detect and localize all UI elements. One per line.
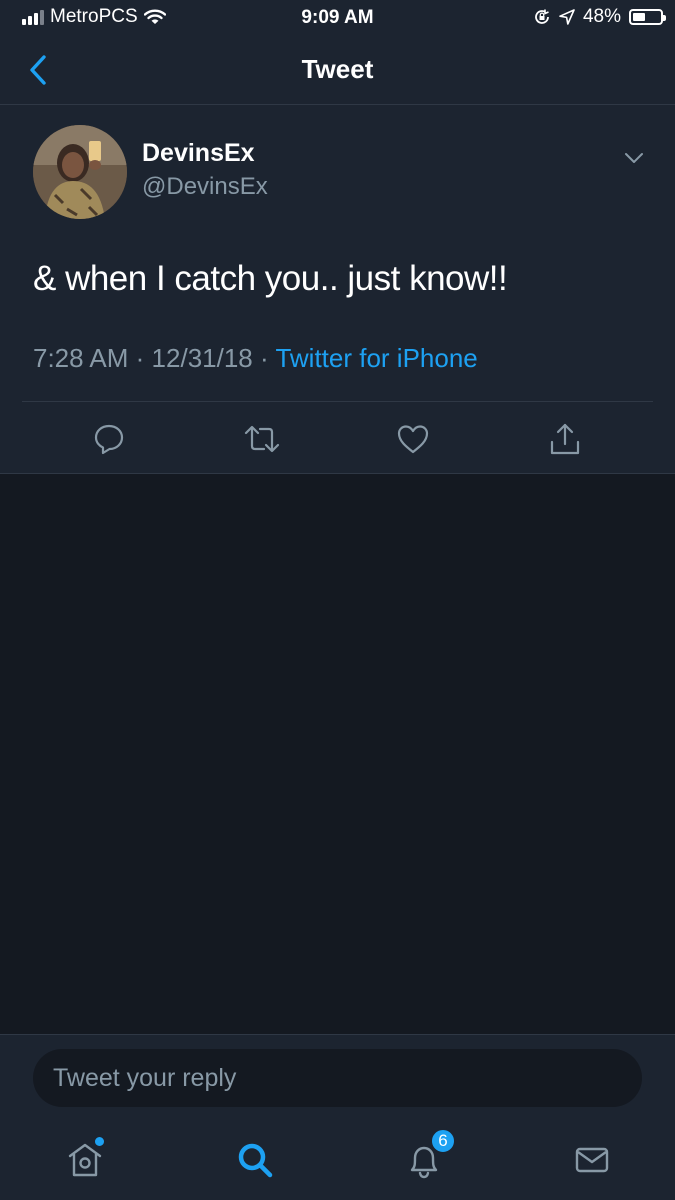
share-icon <box>550 423 580 455</box>
search-icon <box>238 1143 273 1178</box>
location-icon <box>559 9 575 25</box>
tab-search[interactable] <box>233 1138 277 1182</box>
battery-percent: 48% <box>582 6 621 27</box>
tab-messages[interactable] <box>570 1138 614 1182</box>
tweet-date: 12/31/18 <box>151 343 253 373</box>
envelope-icon <box>575 1147 609 1173</box>
home-icon <box>68 1143 102 1177</box>
orientation-lock-icon <box>535 9 549 24</box>
battery-fill <box>633 13 645 21</box>
tab-bar: 6 <box>0 1124 675 1200</box>
meta-separator: · <box>135 343 145 373</box>
more-options-button[interactable] <box>621 145 647 171</box>
divider <box>22 401 653 402</box>
display-name[interactable]: DevinsEx <box>142 139 255 168</box>
reply-input[interactable] <box>33 1049 642 1107</box>
share-button[interactable] <box>545 419 585 459</box>
tweet-meta: 7:28 AM · 12/31/18 · Twitter for iPhone <box>33 343 478 374</box>
avatar-image <box>33 125 127 219</box>
tweet-actions <box>0 419 675 459</box>
tweet-text: & when I catch you.. just know!! <box>33 259 508 298</box>
like-button[interactable] <box>393 419 433 459</box>
avatar[interactable] <box>33 125 127 219</box>
status-bar: MetroPCS 9:09 AM 48% <box>0 0 675 36</box>
reply-icon <box>94 424 124 455</box>
meta-separator: · <box>260 343 269 373</box>
reply-button[interactable] <box>89 419 129 459</box>
heart-icon <box>397 425 429 454</box>
chevron-down-icon <box>625 153 643 163</box>
new-content-dot <box>95 1137 104 1146</box>
tweet-detail: DevinsEx @DevinsEx & when I catch you.. … <box>0 105 675 474</box>
battery-icon <box>629 9 666 25</box>
tab-home[interactable] <box>63 1137 107 1182</box>
retweet-button[interactable] <box>242 419 282 459</box>
page-title: Tweet <box>301 54 374 84</box>
notification-badge: 6 <box>430 1128 456 1154</box>
user-handle[interactable]: @DevinsEx <box>142 173 268 201</box>
tab-notifications[interactable]: 6 <box>402 1128 456 1182</box>
reply-bar <box>0 1034 675 1125</box>
navigation-bar: Tweet <box>0 36 675 105</box>
retweet-icon <box>244 425 280 453</box>
tweet-time: 7:28 AM <box>33 343 129 373</box>
tweet-source-link[interactable]: Twitter for iPhone <box>275 343 477 373</box>
status-right: 48% <box>533 6 666 28</box>
